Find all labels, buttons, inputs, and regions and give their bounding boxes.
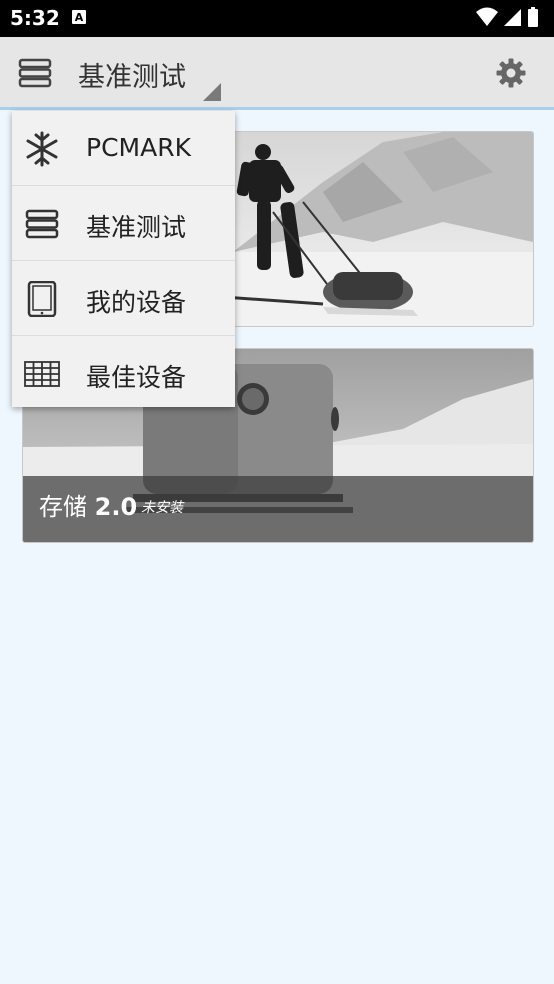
app-bar: 基准测试 [0,37,554,110]
status-time: 5:32 [10,6,60,30]
grid-table-icon [24,361,60,387]
card-status-label: 未安装 [141,500,183,516]
menu-item-label: 最佳设备 [86,363,187,392]
card-caption-overlay: 存储 2.0 未安装 [23,476,533,542]
tablet-icon [27,281,57,317]
stacked-layers-icon[interactable] [18,58,52,88]
dropdown-indicator-icon[interactable] [203,83,221,101]
menu-item-my-devices[interactable]: 我的设备 [12,261,235,336]
menu-item-best-devices[interactable]: 最佳设备 [12,336,235,410]
page-title-dropdown[interactable]: 基准测试 [78,55,186,94]
stacked-layers-icon [25,209,59,239]
signal-icon [504,9,521,26]
menu-item-label: PCMARK [86,133,191,162]
gear-icon[interactable] [496,58,526,88]
snowflake-icon [26,131,58,167]
card-title: 存储 2.0 [39,487,137,522]
battery-icon [528,7,538,27]
status-bar: 5:32 A [0,0,554,37]
navigation-dropdown-menu: PCMARK 基准测试 我的设备 最佳设备 [12,111,235,407]
notification-icon-glyph: A [74,10,84,24]
status-icons [476,7,538,27]
wifi-icon [476,7,498,26]
card-version: 2.0 [94,493,138,521]
menu-item-benchmark[interactable]: 基准测试 [12,186,235,261]
menu-item-pcmark[interactable]: PCMARK [12,111,235,186]
menu-item-label: 我的设备 [86,288,187,317]
menu-item-label: 基准测试 [86,213,187,242]
card-title-name: 存储 [39,493,87,521]
notification-icon: A [72,10,86,24]
